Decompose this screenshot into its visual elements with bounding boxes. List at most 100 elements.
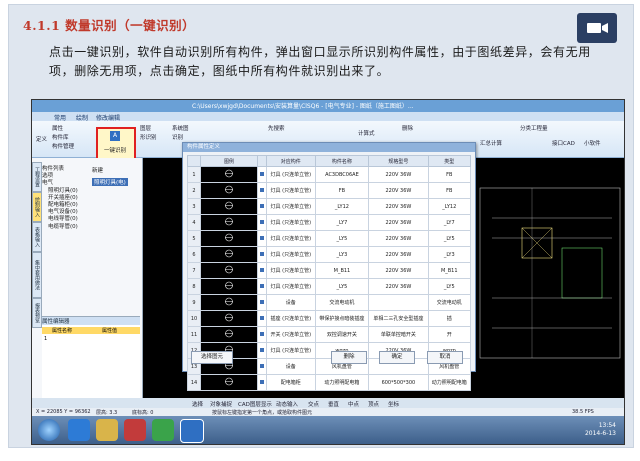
side-tab-settings[interactable]: 工程设置 [32,162,42,192]
side-tab-draw[interactable]: 绘制输入 [32,192,42,222]
row-number: 14 [187,374,201,391]
row-check[interactable] [257,182,267,199]
side-tab-apply[interactable]: 集中套用做法 [32,252,42,298]
row-check[interactable] [257,166,267,183]
table-row[interactable]: 8 灯具 (只连单立管) _LY5 220V 36W _LY5 [187,278,471,295]
table-row[interactable]: 7 灯具 (只连单立管) M_B11 220V 36W M_B11 [187,262,471,279]
cancel-button[interactable]: 取消 [427,351,463,364]
cad-drawing-canvas[interactable] [472,158,624,416]
app-icon[interactable] [180,419,204,443]
ribbon-shape-identify-button[interactable]: 形识别 [140,133,157,141]
select-element-button[interactable]: 选择图元 [191,351,233,364]
tree-new-button[interactable]: 新建 [92,166,103,174]
row-type: _LY5 [427,278,471,295]
ok-button[interactable]: 确定 [379,351,415,364]
status-coords: X = 22085 Y = 96362 [36,409,91,415]
ribbon-delete-button[interactable]: 删除 [402,124,413,132]
table-row[interactable]: 2 灯具 (只连单立管) FB 220V 36W FB [187,182,471,199]
ribbon-define-button[interactable]: 定义 [36,135,47,143]
ribbon-cad-button[interactable]: 接口CAD [552,139,575,147]
status-tab-vertex[interactable]: 顶点 [368,400,379,408]
status-tab-vertical[interactable]: 垂直 [328,400,339,408]
gld-icon[interactable] [152,419,174,441]
row-check[interactable] [257,214,267,231]
status-tab-snap[interactable]: 对象捕捉 [210,400,232,408]
ribbon-tools-button[interactable]: 小软件 [584,139,601,147]
ribbon-identify-button[interactable]: 识别 [172,133,183,141]
table-row[interactable]: 6 灯具 (只连单立管) _LY3 220V 36W _LY3 [187,246,471,263]
ribbon-manage-button[interactable]: 构件管理 [52,142,74,150]
row-check[interactable] [257,198,267,215]
ie-icon[interactable] [68,419,90,441]
side-tab-table[interactable]: 表格输入 [32,222,42,252]
table-row[interactable]: 14 配电箱柜 动力照明配电箱 600*500*300 动力照明配电箱 [187,374,471,391]
ribbon-search-button[interactable]: 先搜索 [268,124,285,132]
tree-item[interactable]: 开关插座(0) [42,195,140,202]
table-row[interactable]: 5 灯具 (只连单立管) _LY5 220V 36W _LY5 [187,230,471,247]
row-check[interactable] [257,278,267,295]
folder-icon[interactable] [96,419,118,441]
tree-title: 构件列表 [42,166,65,172]
row-spec: 单相二三孔安全型插座 [368,310,429,327]
row-check[interactable] [257,342,267,359]
row-type: _LY3 [427,246,471,263]
row-component: 开关 (只连单立管) [266,326,316,343]
ribbon-library-button[interactable]: 构件库 [52,133,69,141]
row-check[interactable] [257,262,267,279]
row-spec: 220V 36W [368,182,429,199]
start-icon[interactable] [38,419,60,441]
row-name: FB [314,182,370,199]
one-key-identify-button[interactable]: A 一键识别 [96,127,136,161]
table-row[interactable]: 10 插座 (只连单立管) 带保护接点暗装插座 单相二三孔安全型插座插 [187,310,471,327]
tree-selected-item[interactable]: 照明灯具(电) [92,178,128,186]
video-camera-icon[interactable] [577,13,617,43]
status-tab-select[interactable]: 选择 [192,400,203,408]
ribbon-layer-button[interactable]: 图层 [140,124,151,132]
col-spec: 规格型号 [368,155,429,167]
col-name: 构件名称 [314,155,370,167]
slide: 4.1.1 数量识别（一键识别） 点击一键识别，软件自动识别所有构件，弹出窗口显… [0,0,640,461]
status-tab-cad-layer[interactable]: CAD图层显示 [238,400,272,408]
status-tab-intersect[interactable]: 交点 [308,400,319,408]
row-check[interactable] [257,374,267,391]
table-row[interactable]: 3 灯具 (只连单立管) _LY12 220V 36W _LY12 [187,198,471,215]
delete-button[interactable]: 删除 [331,351,367,364]
status-tab-dynamic[interactable]: 动态输入 [276,400,298,408]
row-type: 插 [427,310,471,327]
tree-item[interactable]: 照明灯具(0) [42,188,140,195]
row-name: 动力照明配电箱 [314,374,370,391]
col-legend: 图例 [200,155,258,167]
app-titlebar: C:\Users\xwjgd\Documents\安装算量\ClSQ6 - [电… [32,100,624,112]
tree-item[interactable]: 电线导管(0) [42,216,140,223]
table-row[interactable]: 11 开关 (只连单立管) 双控调速开关 单联单控暗开关开 [187,326,471,343]
media-icon[interactable] [124,419,146,441]
row-check[interactable] [257,326,267,343]
ribbon-summary-button[interactable]: 汇总计算 [480,139,502,147]
row-component: 灯具 (只连单立管) [266,166,316,183]
property-header: 属性名称 属性值 [42,327,140,334]
row-check[interactable] [257,294,267,311]
row-check[interactable] [257,310,267,327]
row-name: _LY3 [314,246,370,263]
ribbon-system-diagram-button[interactable]: 系统图 [172,124,189,132]
ribbon-property-button[interactable]: 属性 [52,124,63,132]
one-key-identify-icon: A [110,131,120,141]
table-row[interactable]: 1 灯具 (只连单立管) AC3DBC06AE 220V 36W FB [187,166,471,183]
property-name-column: 属性名称 [52,328,73,334]
row-number: 6 [187,246,201,263]
row-number: 9 [187,294,201,311]
row-check[interactable] [257,358,267,375]
row-check[interactable] [257,246,267,263]
one-key-identify-label: 一键识别 [103,148,126,154]
side-tab-report[interactable]: 报表预览 [32,298,42,328]
row-check[interactable] [257,230,267,247]
component-tree: 构件列表 选项 电气 照明灯具(0) 开关插座(0) 配电箱柜(0) 电气设备(… [42,166,140,231]
ribbon-classify-button[interactable]: 分类工程量 [520,124,548,132]
status-tab-coord[interactable]: 坐标 [388,400,399,408]
table-row[interactable]: 4 灯具 (只连单立管) _LY7 220V 36W _LY7 [187,214,471,231]
ribbon-formula-button[interactable]: 计算式 [358,129,375,137]
status-tab-midpoint[interactable]: 中点 [348,400,359,408]
table-row[interactable]: 9 设备 交流电动机 交流电动机 [187,294,471,311]
slide-heading: 4.1.1 数量识别（一键识别） [23,18,196,33]
tree-item[interactable]: 电缆导管(0) [42,224,140,231]
